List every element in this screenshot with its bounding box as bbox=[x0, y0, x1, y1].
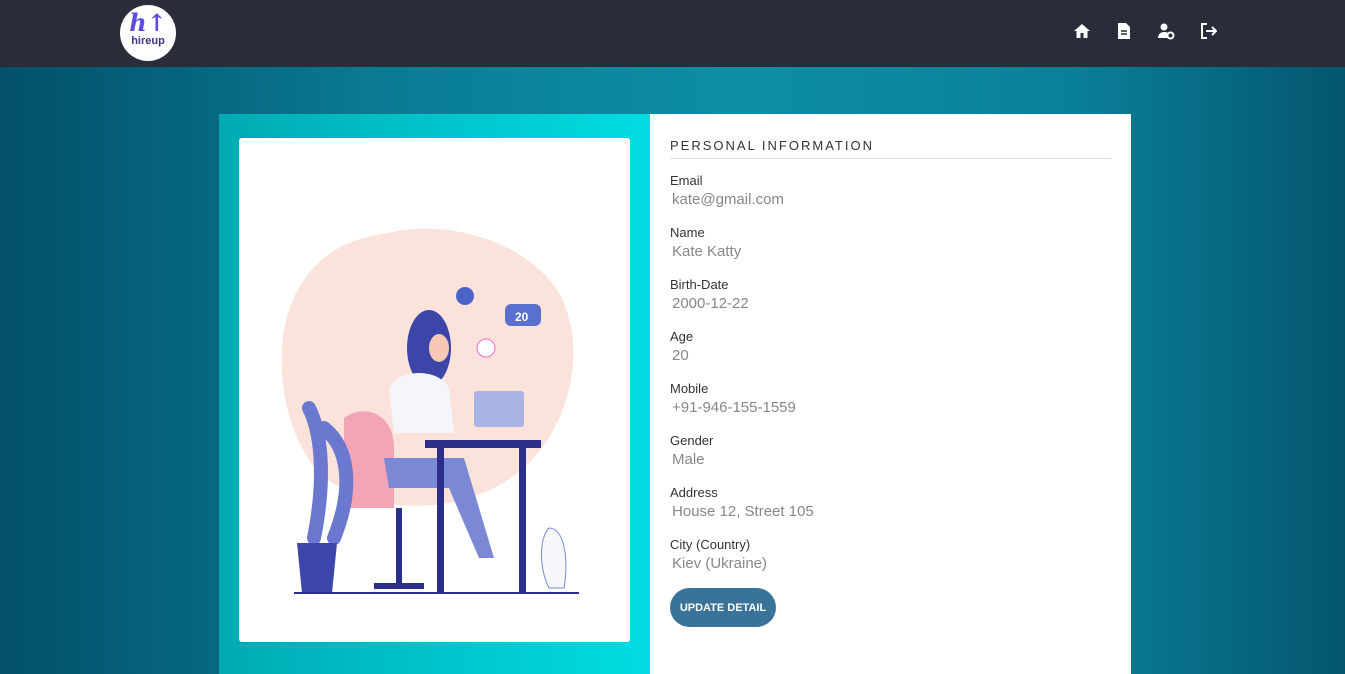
illustration-panel: 20 bbox=[219, 114, 650, 674]
hireup-logo[interactable]: h↑ hireup bbox=[120, 5, 176, 61]
field-label: Gender bbox=[670, 433, 714, 448]
field-label: Age bbox=[670, 329, 694, 344]
info-field: Address House 12, Street 105 bbox=[670, 485, 1111, 523]
field-value: 2000-12-22 bbox=[672, 295, 749, 312]
field-label: Address bbox=[670, 485, 718, 500]
logo-mark: h↑ bbox=[129, 8, 167, 37]
field-value: Kate Katty bbox=[672, 243, 742, 260]
field-value: +91-946-155-1559 bbox=[672, 399, 796, 416]
info-field: Age 20 bbox=[670, 329, 1111, 367]
logout-icon[interactable] bbox=[1199, 22, 1218, 40]
info-field: Gender Male bbox=[670, 433, 1111, 471]
navbar: h↑ hireup bbox=[0, 0, 1345, 67]
info-field: Name Kate Katty bbox=[670, 225, 1111, 263]
info-field: Mobile +91-946-155-1559 bbox=[670, 381, 1111, 419]
info-field: Email kate@gmail.com bbox=[670, 173, 1111, 211]
field-value: House 12, Street 105 bbox=[672, 503, 814, 520]
home-icon[interactable] bbox=[1073, 22, 1091, 40]
profile-illustration: 20 bbox=[239, 138, 630, 642]
field-value: Male bbox=[672, 451, 705, 468]
field-value: kate@gmail.com bbox=[672, 191, 784, 208]
update-detail-button[interactable]: UPDATE DETAIL bbox=[670, 588, 776, 627]
document-icon[interactable] bbox=[1115, 22, 1133, 40]
field-value: 20 bbox=[672, 347, 689, 364]
field-value: Kiev (Ukraine) bbox=[672, 555, 768, 572]
section-title: PERSONAL INFORMATION bbox=[670, 138, 1111, 159]
profile-card: 20 PERSONAL INFORMATION Email kate@gmail.… bbox=[219, 114, 1131, 674]
user-settings-icon[interactable] bbox=[1157, 22, 1175, 40]
field-label: Email bbox=[670, 173, 703, 188]
field-label: Birth-Date bbox=[670, 277, 729, 292]
field-label: Mobile bbox=[670, 381, 709, 396]
field-label: City (Country) bbox=[670, 537, 751, 552]
like-count: 20 bbox=[515, 310, 529, 324]
personal-info-panel: PERSONAL INFORMATION Email kate@gmail.com… bbox=[650, 114, 1131, 674]
info-field: City (Country) Kiev (Ukraine) bbox=[670, 537, 1111, 575]
field-label: Name bbox=[670, 225, 705, 240]
info-field: Birth-Date 2000-12-22 bbox=[670, 277, 1111, 315]
